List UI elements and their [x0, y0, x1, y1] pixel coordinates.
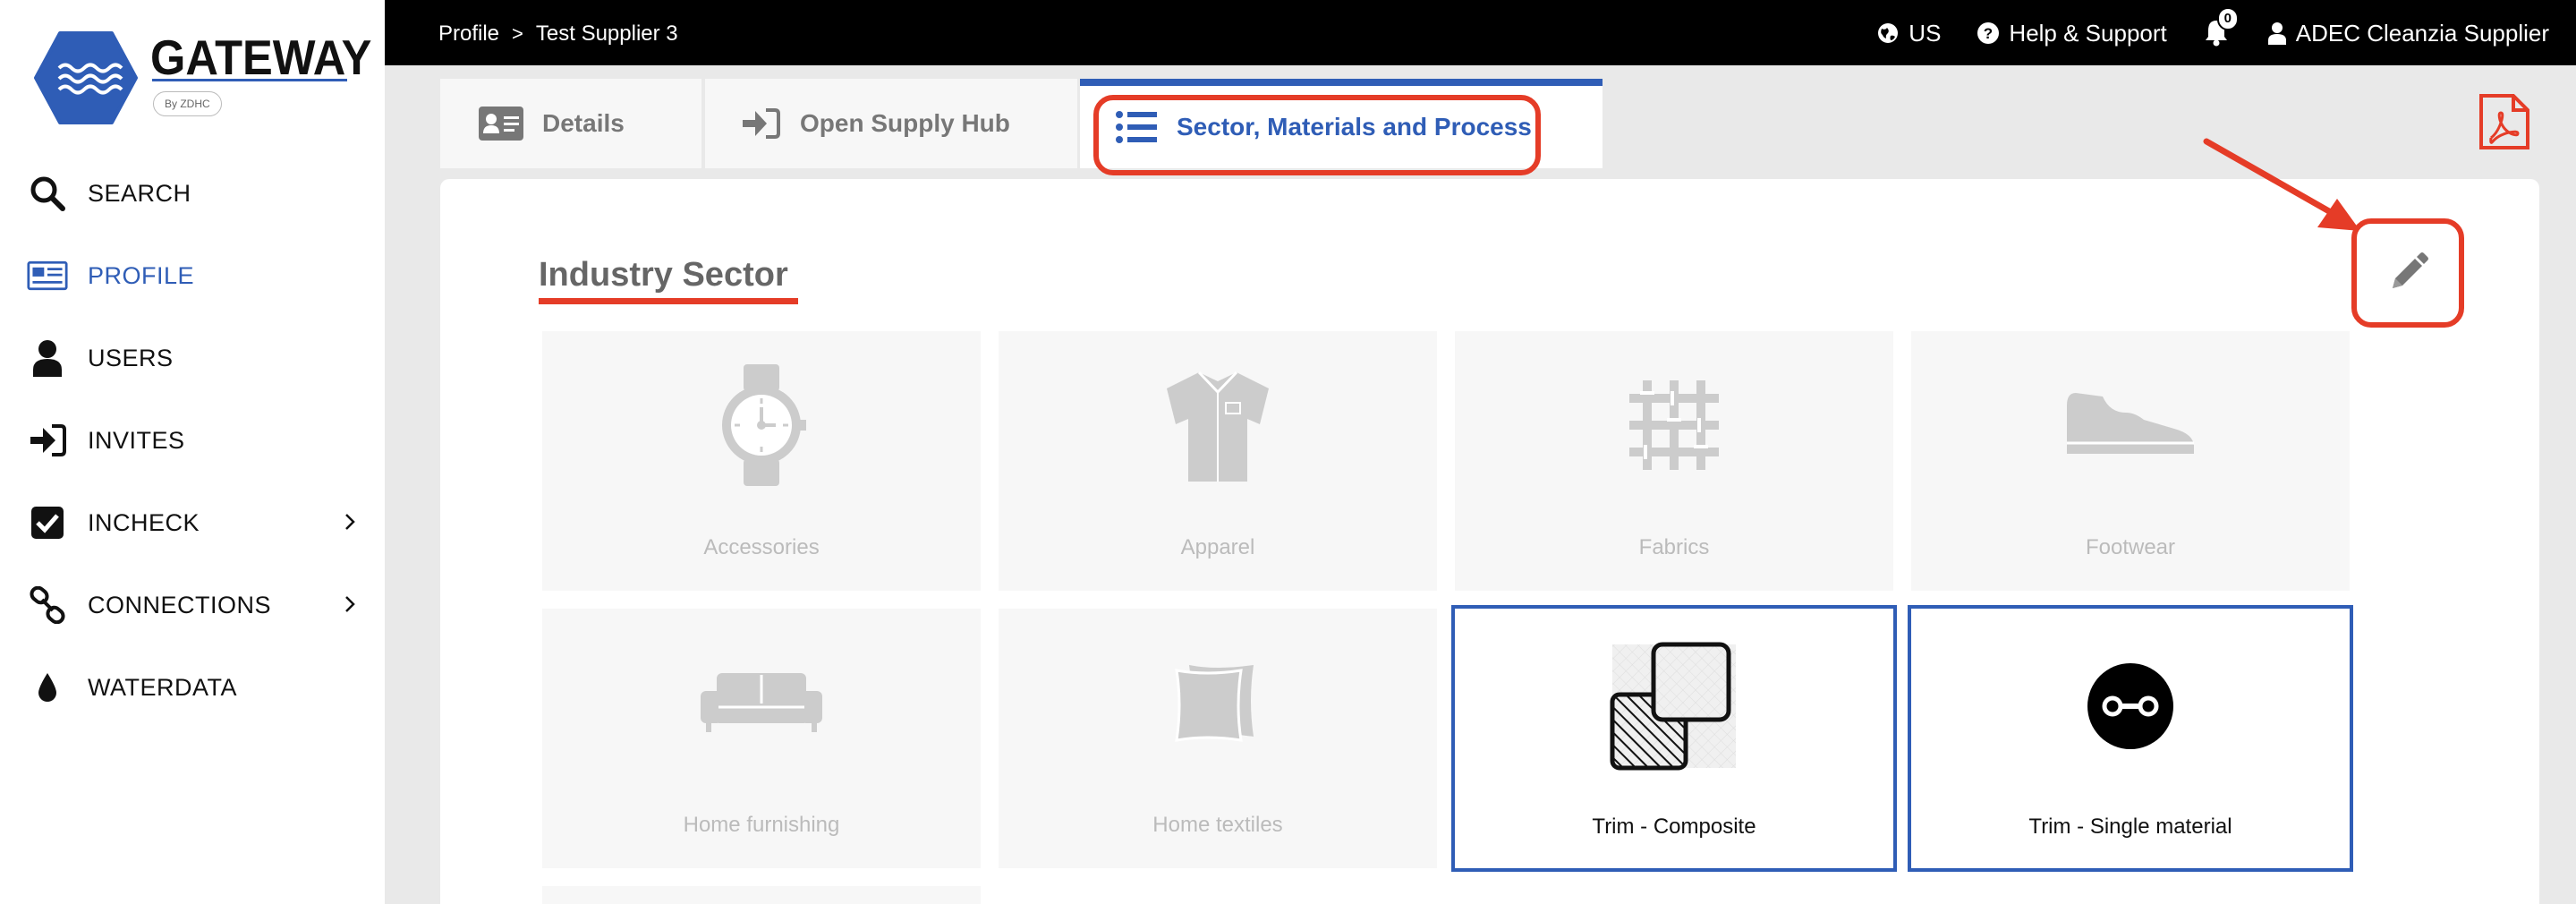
help-support-link[interactable]: ? Help & Support	[1977, 19, 2167, 47]
sector-card-home-furnishing[interactable]: Home furnishing	[542, 609, 981, 868]
single-material-icon	[1911, 639, 2350, 773]
breadcrumb-separator: >	[512, 22, 523, 45]
sector-card-trim-composite[interactable]: Trim - Composite	[1451, 605, 1897, 872]
sector-card-fabrics[interactable]: Fabrics	[1455, 331, 1893, 591]
user-icon	[27, 337, 68, 379]
sidebar-item-incheck[interactable]: INCHECK	[0, 482, 385, 564]
sidebar-item-users[interactable]: USERS	[0, 317, 385, 399]
pencil-icon	[2393, 252, 2428, 288]
tab-open-supply-hub[interactable]: Open Supply Hub	[705, 79, 1077, 168]
gateway-hexagon-icon	[34, 31, 138, 124]
sidebar-item-waterdata[interactable]: WATERDATA	[0, 646, 385, 729]
shoe-icon	[1911, 358, 2350, 492]
pdf-file-icon[interactable]	[2478, 93, 2530, 150]
link-icon	[27, 584, 68, 626]
active-tab-highlight-outline	[1093, 95, 1541, 175]
annotation-arrow-icon	[2203, 138, 2360, 231]
pillow-icon	[999, 635, 1437, 770]
tab-details-label: Details	[542, 109, 625, 137]
chevron-right-icon	[345, 596, 355, 612]
section-title: Industry Sector	[539, 256, 788, 294]
language-label: US	[1909, 19, 1942, 47]
sector-card-label: Accessories	[703, 535, 820, 559]
sidebar-nav: SEARCH PROFILE USERS INVITES INCHECK CON…	[0, 152, 385, 729]
search-icon	[27, 173, 68, 214]
sector-card-apparel[interactable]: Apparel	[999, 331, 1437, 591]
profile-card-icon	[27, 255, 68, 296]
tab-details[interactable]: Details	[440, 79, 701, 168]
breadcrumb-item-profile[interactable]: Profile	[438, 21, 499, 47]
language-selector[interactable]: US	[1876, 20, 1941, 47]
sector-card-label: Home furnishing	[683, 813, 840, 837]
fabric-weave-icon	[1455, 358, 1893, 492]
sidebar-item-invites[interactable]: INVITES	[0, 399, 385, 482]
sector-card-label: Trim - Single material	[2028, 814, 2232, 839]
top-bar: Profile > Test Supplier 3 US ? Help & Su…	[385, 0, 2576, 65]
sign-in-icon	[27, 420, 68, 461]
edit-button[interactable]	[2351, 218, 2464, 328]
id-card-icon	[479, 107, 523, 141]
breadcrumb: Profile > Test Supplier 3	[438, 21, 678, 47]
shirt-icon	[999, 358, 1437, 492]
globe-icon	[1878, 23, 1899, 43]
sector-card-footwear[interactable]: Footwear	[1911, 331, 2350, 591]
brand-title: GATEWAY	[150, 30, 372, 85]
svg-text:?: ?	[1984, 25, 1993, 42]
sector-card-label: Trim - Composite	[1592, 814, 1756, 839]
user-menu[interactable]: ADEC Cleanzia Supplier	[2267, 20, 2549, 47]
bell-icon: 0	[2203, 7, 2239, 48]
user-name: ADEC Cleanzia Supplier	[2295, 19, 2549, 47]
sidebar: GATEWAY By ZDHC SEARCH PROFILE USERS INV…	[0, 0, 385, 904]
sector-card-accessories[interactable]: Accessories	[542, 331, 981, 591]
sidebar-item-connections[interactable]: CONNECTIONS	[0, 564, 385, 646]
watch-icon	[542, 358, 981, 492]
sector-card-trim-single-material[interactable]: Trim - Single material	[1908, 605, 2353, 872]
sidebar-item-label: INVITES	[88, 426, 185, 454]
question-circle-icon: ?	[1977, 22, 2000, 44]
brand-underline	[152, 79, 347, 81]
sidebar-item-label: PROFILE	[88, 261, 195, 289]
sidebar-item-label: INCHECK	[88, 508, 200, 536]
water-drop-icon	[27, 667, 68, 708]
tab-open-supply-hub-label: Open Supply Hub	[800, 109, 1010, 137]
sector-card-label: Apparel	[1180, 535, 1255, 559]
sidebar-item-search[interactable]: SEARCH	[0, 152, 385, 235]
sofa-icon	[542, 635, 981, 770]
sidebar-item-label: SEARCH	[88, 179, 191, 207]
sidebar-item-label: USERS	[88, 344, 174, 371]
sidebar-item-label: CONNECTIONS	[88, 591, 272, 618]
sector-card-label: Fabrics	[1638, 535, 1710, 559]
composite-layers-icon	[1455, 639, 1893, 773]
checkbox-icon	[27, 502, 68, 543]
sector-card-label: Home textiles	[1152, 813, 1283, 837]
sector-card-label: Footwear	[2085, 535, 2176, 559]
notifications-button[interactable]: 0	[2203, 7, 2239, 48]
notification-count-badge: 0	[2216, 7, 2239, 30]
sector-card-partial[interactable]	[542, 886, 981, 904]
help-support-label: Help & Support	[2009, 19, 2167, 47]
gateway-logo[interactable]: GATEWAY By ZDHC	[34, 27, 374, 125]
top-right-controls: US ? Help & Support 0 ADEC Cleanzia Supp…	[1876, 7, 2549, 48]
sector-card-home-textiles[interactable]: Home textiles	[999, 609, 1437, 868]
sidebar-item-label: WATERDATA	[88, 673, 237, 701]
sign-in-icon	[743, 108, 780, 139]
sidebar-item-profile[interactable]: PROFILE	[0, 235, 385, 317]
user-icon	[2267, 22, 2286, 45]
brand-byline: By ZDHC	[153, 91, 222, 116]
section-title-underline	[539, 298, 798, 304]
breadcrumb-item-current: Test Supplier 3	[535, 21, 678, 46]
chevron-right-icon	[345, 514, 355, 530]
